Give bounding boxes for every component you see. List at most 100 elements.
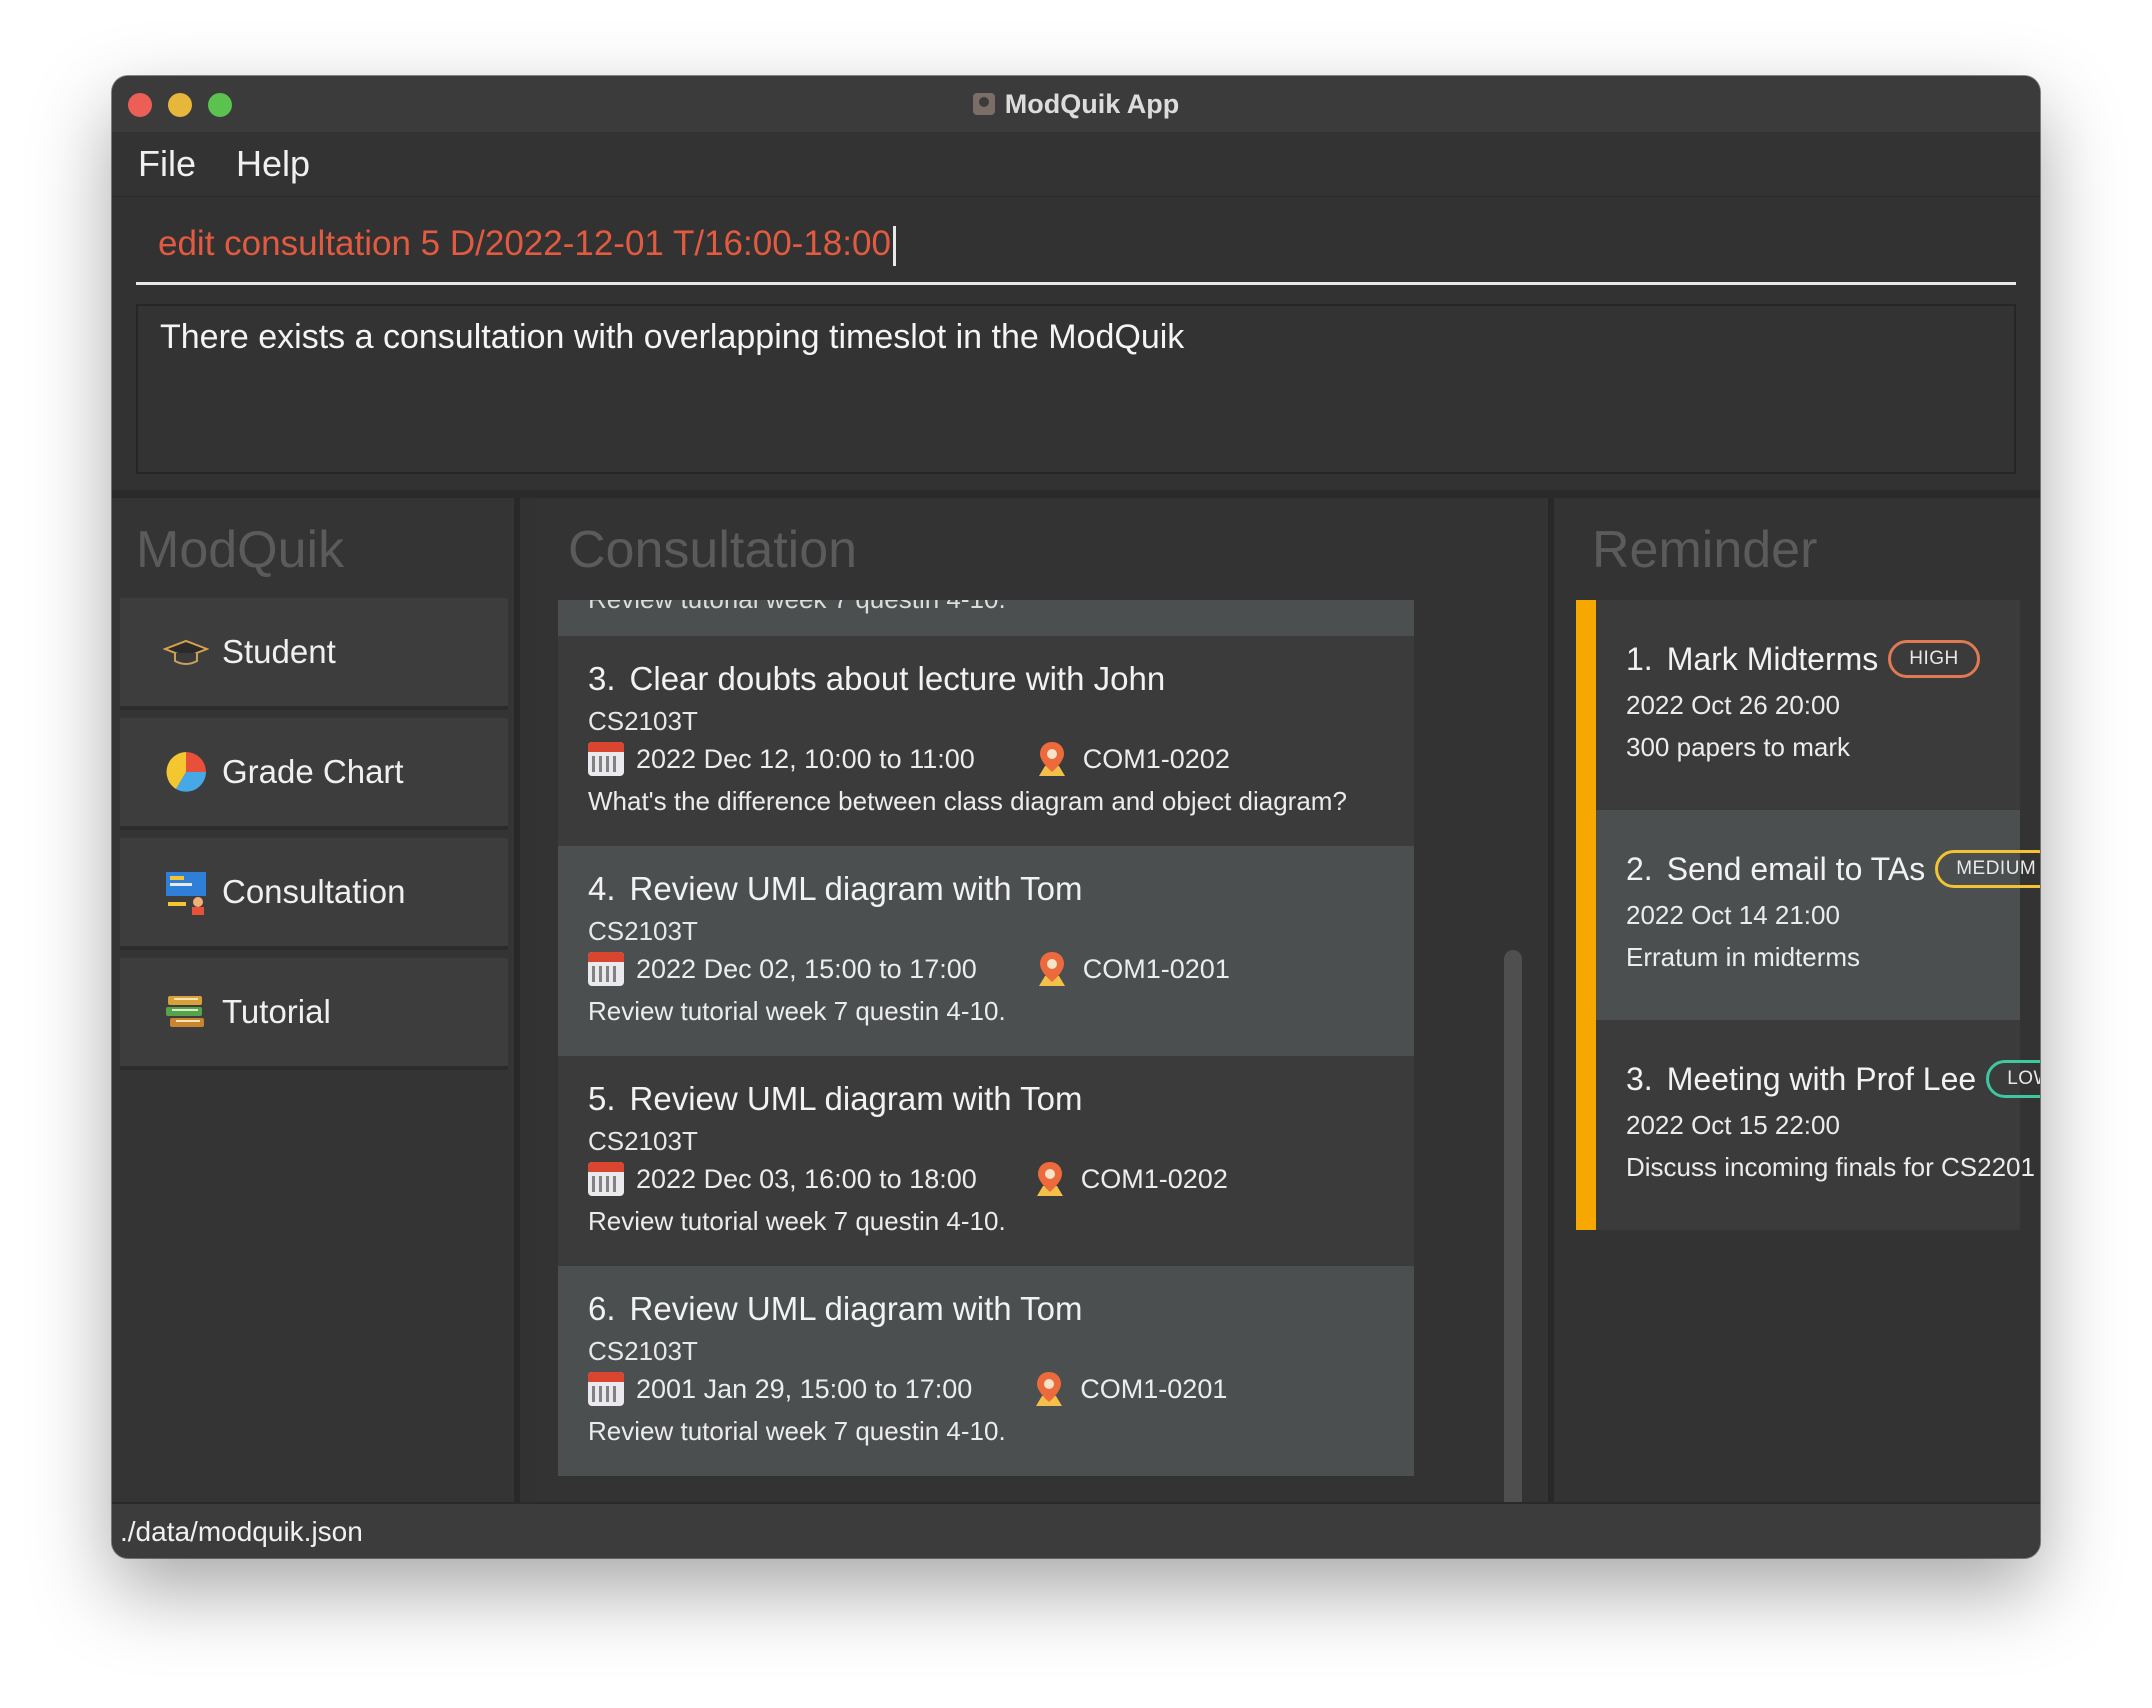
command-value: edit consultation 5 D/2022-12-01 T/16:00… bbox=[158, 224, 891, 263]
sidebar-item-label: Tutorial bbox=[222, 993, 331, 1030]
result-message: There exists a consultation with overlap… bbox=[160, 318, 1185, 356]
consultation-datetime: 2022 Dec 03, 16:00 to 18:00 bbox=[636, 1163, 977, 1194]
consultation-meta: 2022 Dec 03, 16:00 to 18:00 COM1-0202 bbox=[588, 1160, 1228, 1198]
reminder-name: 3. Meeting with Prof LeeLOW bbox=[1626, 1060, 2040, 1098]
consultation-description: Review tutorial week 7 questin 4-10. bbox=[588, 996, 1006, 1026]
consultation-name-text: Clear doubts about lecture with John bbox=[629, 660, 1166, 697]
consultation-venue: COM1-0201 bbox=[1080, 1373, 1228, 1404]
window-controls bbox=[128, 93, 232, 117]
reminder-description: 300 papers to mark bbox=[1626, 732, 1851, 762]
reminder-index: 1. bbox=[1626, 640, 1653, 677]
consultation-card[interactable]: 4. Review UML diagram with Tom CS2103T 20… bbox=[558, 846, 1414, 1056]
calendar-icon bbox=[588, 952, 624, 986]
result-display: There exists a consultation with overlap… bbox=[136, 304, 2016, 474]
reminder-card[interactable]: 3. Meeting with Prof LeeLOW 2022 Oct 15 2… bbox=[1576, 1020, 2040, 1230]
reminder-name: 1. Mark Midterms HIGH bbox=[1626, 640, 1980, 678]
consultation-datetime: 2022 Dec 02, 15:00 to 17:00 bbox=[636, 953, 977, 984]
consultation-venue: COM1-0202 bbox=[1082, 743, 1230, 774]
list-item[interactable]: Review tutorial week 7 questin 4-10. bbox=[558, 600, 1414, 636]
consultation-description: What's the difference between class diag… bbox=[588, 786, 1347, 816]
consultation-list[interactable]: Review tutorial week 7 questin 4-10. 3. C… bbox=[558, 600, 1414, 1476]
module-code: CS2103T bbox=[588, 706, 698, 736]
minimize-window-button[interactable] bbox=[168, 93, 192, 117]
graduation-cap-icon bbox=[162, 628, 210, 676]
consultation-card[interactable]: 3. Clear doubts about lecture with John C… bbox=[558, 636, 1414, 846]
location-pin-icon bbox=[1033, 950, 1071, 988]
consultation-index: 3. bbox=[588, 660, 616, 697]
reminder-accent-bar bbox=[1576, 810, 1596, 1020]
consultation-datetime: 2001 Jan 29, 15:00 to 17:00 bbox=[636, 1373, 973, 1404]
reminder-panel: Reminder 1. Mark Midterms HIGH 2022 Oct 26… bbox=[1554, 498, 2040, 1502]
sidebar-item-consultation[interactable]: Consultation bbox=[120, 838, 508, 950]
consultation-name: 3. Clear doubts about lecture with John bbox=[588, 660, 1165, 698]
title-bar: ModQuik App bbox=[112, 76, 2040, 133]
consultation-card[interactable]: 5. Review UML diagram with Tom CS2103T 20… bbox=[558, 1056, 1414, 1266]
app-window: ModQuik App File Help edit consultation … bbox=[112, 76, 2040, 1558]
consultation-name-text: Review UML diagram with Tom bbox=[629, 1080, 1083, 1117]
reminder-index: 2. bbox=[1626, 850, 1653, 887]
module-code: CS2103T bbox=[588, 1336, 698, 1366]
data-file-path: ./data/modquik.json bbox=[120, 1516, 363, 1547]
maximize-window-button[interactable] bbox=[208, 93, 232, 117]
consultation-index: 5. bbox=[588, 1080, 616, 1117]
sidebar-title: ModQuik bbox=[136, 521, 345, 579]
pie-chart-icon bbox=[162, 748, 210, 796]
consultation-title: Consultation bbox=[568, 521, 858, 579]
sidebar-item-label: Student bbox=[222, 633, 336, 670]
consultation-meta: 2001 Jan 29, 15:00 to 17:00 COM1-0201 bbox=[588, 1370, 1227, 1408]
column-divider bbox=[514, 498, 520, 1502]
consultation-name: 5. Review UML diagram with Tom bbox=[588, 1080, 1083, 1118]
divider bbox=[112, 490, 2040, 498]
consultation-venue: COM1-0201 bbox=[1082, 953, 1230, 984]
consultation-panel: Consultation Review tutorial week 7 ques… bbox=[536, 498, 1548, 1542]
menu-bar: File Help bbox=[112, 132, 2040, 197]
sidebar-item-label: Consultation bbox=[222, 873, 406, 910]
reminder-name-text: Mark Midterms bbox=[1666, 640, 1879, 677]
consultation-name: 4. Review UML diagram with Tom bbox=[588, 870, 1083, 908]
location-pin-icon bbox=[1030, 1370, 1068, 1408]
reminder-card[interactable]: 1. Mark Midterms HIGH 2022 Oct 26 20:00 30… bbox=[1576, 600, 2020, 810]
consultation-datetime: 2022 Dec 12, 10:00 to 11:00 bbox=[636, 743, 975, 774]
menu-help[interactable]: Help bbox=[216, 143, 330, 185]
consultation-index: 6. bbox=[588, 1290, 616, 1327]
consultation-description: Review tutorial week 7 questin 4-10. bbox=[588, 600, 1006, 615]
consultation-card[interactable]: 6. Review UML diagram with Tom CS2103T 20… bbox=[558, 1266, 1414, 1476]
window-title: ModQuik App bbox=[972, 88, 1180, 120]
status-bar: ./data/modquik.json bbox=[112, 1502, 2040, 1558]
reminder-list[interactable]: 1. Mark Midterms HIGH 2022 Oct 26 20:00 30… bbox=[1576, 600, 2040, 1232]
module-code: CS2103T bbox=[588, 916, 698, 946]
reminder-datetime: 2022 Oct 15 22:00 bbox=[1626, 1110, 1840, 1140]
consultation-description: Review tutorial week 7 questin 4-10. bbox=[588, 1206, 1006, 1236]
consultation-name-text: Review UML diagram with Tom bbox=[629, 1290, 1083, 1327]
reminder-accent-bar bbox=[1576, 600, 1596, 810]
command-input[interactable]: edit consultation 5 D/2022-12-01 T/16:00… bbox=[136, 210, 2016, 285]
consultation-name: 6. Review UML diagram with Tom bbox=[588, 1290, 1083, 1328]
sidebar-item-label: Grade Chart bbox=[222, 753, 404, 790]
presentation-icon bbox=[162, 868, 210, 916]
reminder-description: Erratum in midterms bbox=[1626, 942, 1861, 972]
consultation-scrollbar[interactable] bbox=[1504, 950, 1522, 1542]
calendar-icon bbox=[588, 1372, 624, 1406]
close-window-button[interactable] bbox=[128, 93, 152, 117]
sidebar: ModQuik Student Grade Chart Consultation… bbox=[112, 498, 514, 1502]
reminder-accent-bar bbox=[1576, 1020, 1596, 1230]
location-pin-icon bbox=[1031, 1160, 1069, 1198]
priority-badge: MEDIUM bbox=[1935, 850, 2040, 888]
sidebar-item-tutorial[interactable]: Tutorial bbox=[120, 958, 508, 1070]
consultation-venue: COM1-0202 bbox=[1080, 1163, 1228, 1194]
reminder-description: Discuss incoming finals for CS2201 bbox=[1626, 1152, 2035, 1182]
priority-badge: LOW bbox=[1986, 1060, 2040, 1098]
reminder-title: Reminder bbox=[1592, 521, 1818, 579]
calendar-icon bbox=[588, 1162, 624, 1196]
consultation-description: Review tutorial week 7 questin 4-10. bbox=[588, 1416, 1006, 1446]
reminder-name-text: Meeting with Prof Lee bbox=[1666, 1060, 1977, 1097]
command-text[interactable]: edit consultation 5 D/2022-12-01 T/16:00… bbox=[158, 224, 896, 266]
reminder-datetime: 2022 Oct 14 21:00 bbox=[1626, 900, 1840, 930]
reminder-card[interactable]: 2. Send email to TAs MEDIUM 2022 Oct 14 21… bbox=[1576, 810, 2040, 1020]
menu-file[interactable]: File bbox=[118, 143, 216, 185]
sidebar-item-grade-chart[interactable]: Grade Chart bbox=[120, 718, 508, 830]
text-caret bbox=[892, 225, 896, 266]
window-title-text: ModQuik App bbox=[1004, 88, 1180, 119]
sidebar-item-student[interactable]: Student bbox=[120, 598, 508, 710]
reminder-datetime: 2022 Oct 26 20:00 bbox=[1626, 690, 1840, 720]
